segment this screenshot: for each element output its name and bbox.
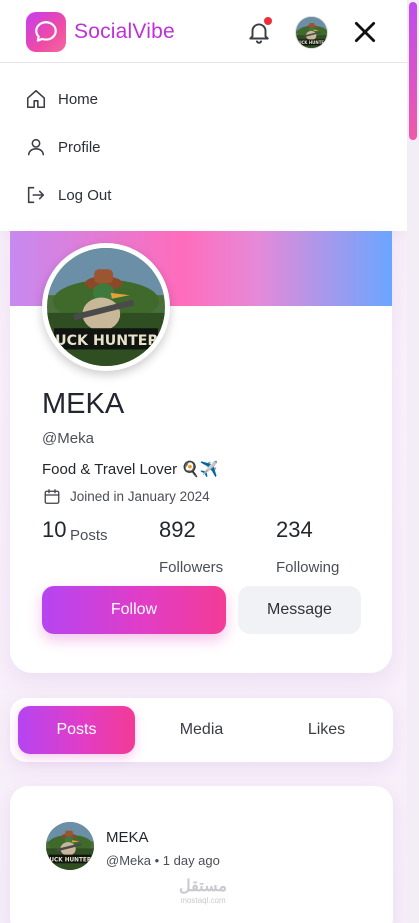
nav-menu: Home Profile Log Out	[0, 63, 407, 231]
post-author-avatar[interactable]	[46, 822, 94, 870]
close-icon[interactable]	[352, 19, 378, 45]
following-count[interactable]: 234	[276, 517, 313, 543]
menu-item-profile[interactable]: Profile	[0, 125, 407, 169]
scrollbar-thumb[interactable]	[409, 2, 417, 140]
profile-bio: Food & Travel Lover 🍳✈️	[42, 460, 219, 479]
joined-date: Joined in January 2024	[70, 489, 210, 504]
menu-item-label: Log Out	[58, 186, 112, 204]
post-author-name[interactable]: MEKA	[106, 829, 149, 846]
following-label[interactable]: Following	[276, 559, 339, 576]
chat-bubble-icon	[35, 21, 57, 42]
menu-item-logout[interactable]: Log Out	[0, 173, 407, 217]
tab-media[interactable]: Media	[143, 706, 260, 754]
watermark: مستقل mostaql.com	[168, 876, 238, 906]
tab-likes[interactable]: Likes	[268, 706, 385, 754]
notification-dot	[264, 17, 272, 25]
followers-label[interactable]: Followers	[159, 559, 223, 576]
tab-posts[interactable]: Posts	[18, 706, 135, 754]
message-button[interactable]: Message	[238, 586, 361, 634]
watermark-text: مستقل	[179, 878, 227, 895]
avatar-image	[296, 17, 328, 49]
followers-count[interactable]: 892	[159, 517, 196, 543]
brand-name: SocialVibe	[74, 20, 175, 43]
user-icon	[27, 138, 45, 156]
menu-item-label: Profile	[58, 138, 101, 156]
profile-name: MEKA	[42, 388, 125, 420]
header-avatar[interactable]	[295, 16, 328, 49]
home-icon	[26, 89, 46, 109]
follow-button[interactable]: Follow	[42, 586, 226, 634]
profile-handle: @Meka	[42, 430, 94, 447]
content-tabs: Posts Media Likes	[10, 698, 393, 762]
posts-count: 10	[42, 517, 67, 542]
posts-label: Posts	[70, 527, 108, 544]
profile-avatar[interactable]	[42, 243, 170, 371]
post-meta: @Meka • 1 day ago	[106, 853, 220, 868]
profile-card: MEKA @Meka Food & Travel Lover 🍳✈️ Joine…	[10, 231, 392, 673]
logout-icon	[27, 186, 45, 204]
menu-item-home[interactable]: Home	[0, 77, 407, 121]
scrollbar[interactable]	[407, 0, 419, 923]
app-logo[interactable]	[26, 12, 66, 52]
app-header: SocialVibe	[0, 0, 407, 63]
bio-emojis: 🍳✈️	[181, 461, 219, 478]
avatar-image	[46, 822, 94, 870]
watermark-sub: mostaql.com	[180, 896, 226, 905]
calendar-icon	[44, 489, 60, 504]
menu-item-label: Home	[58, 90, 99, 108]
avatar-image	[47, 248, 165, 366]
bio-text: Food & Travel Lover	[42, 460, 178, 478]
